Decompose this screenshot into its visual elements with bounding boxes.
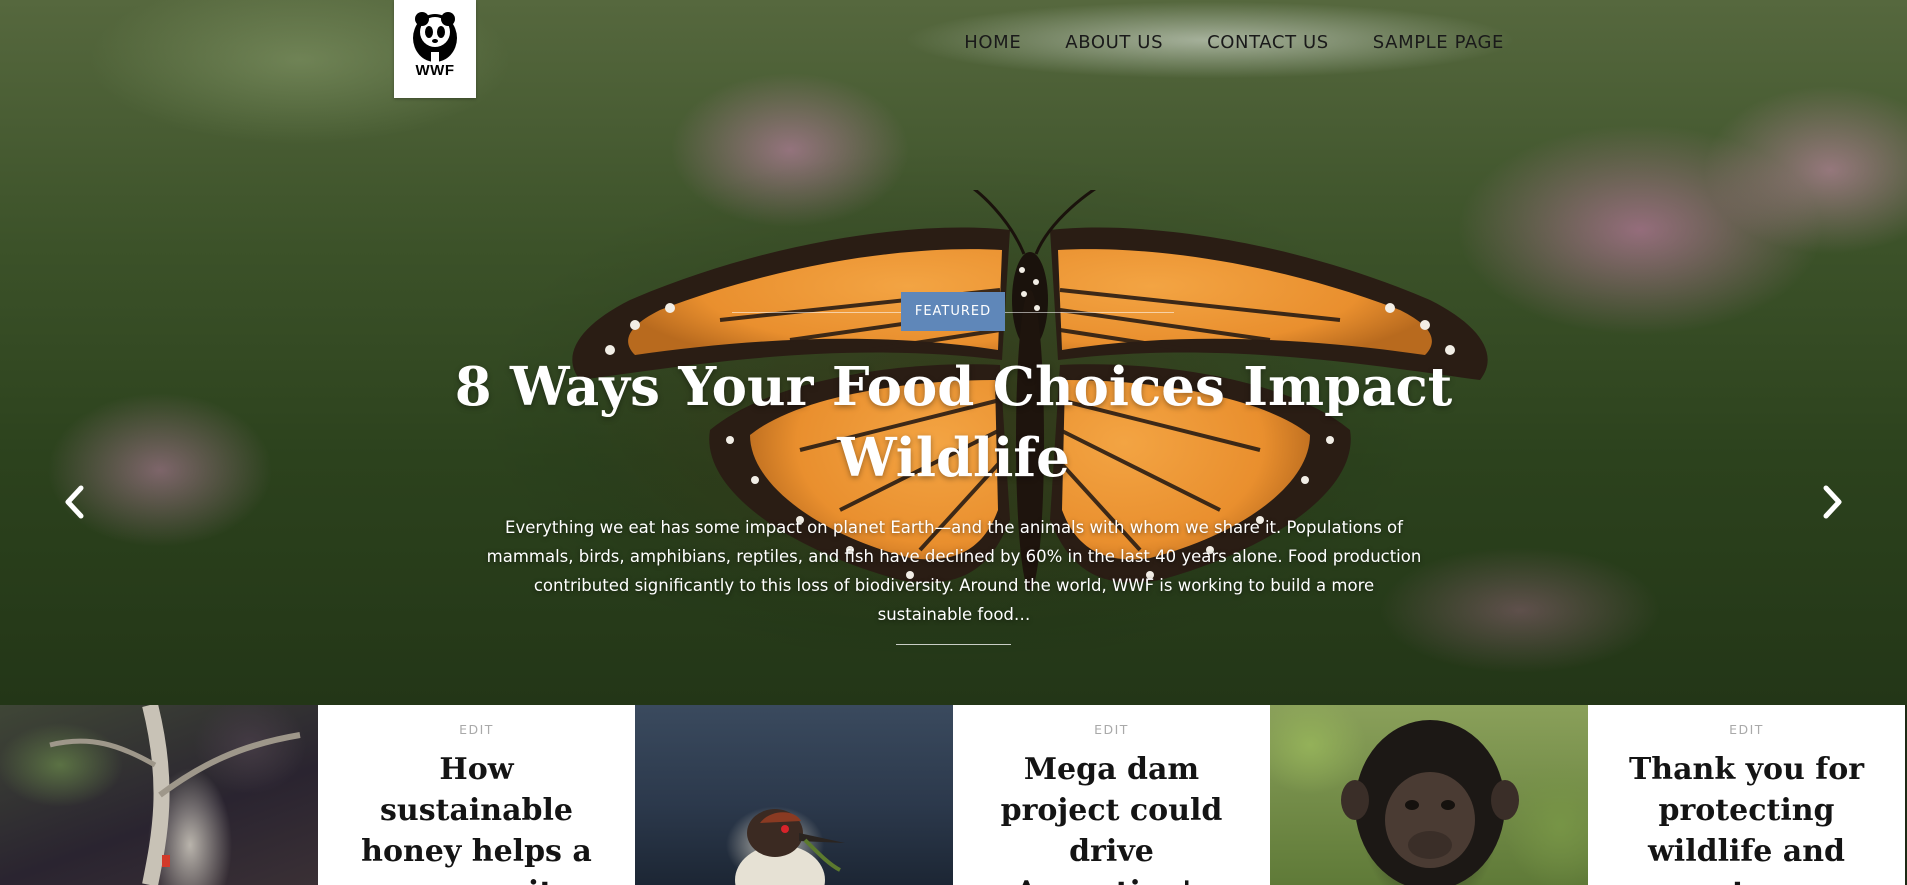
edit-link[interactable]: EDIT: [318, 722, 635, 737]
post-cards-row: EDIT How sustainable honey helps a commu…: [0, 705, 1907, 885]
hero-divider: [896, 644, 1011, 645]
hero-slider: WWF HOME ABOUT US CONTACT US SAMPLE PAGE…: [0, 0, 1907, 705]
featured-badge[interactable]: FEATURED: [901, 292, 1005, 331]
post-card: EDIT How sustainable honey helps a commu…: [318, 705, 635, 885]
logo-text: WWF: [415, 62, 455, 79]
chevron-left-icon: [65, 485, 84, 519]
main-navigation: HOME ABOUT US CONTACT US SAMPLE PAGE: [780, 0, 1540, 85]
post-card: EDIT Mega dam project could drive Argent…: [953, 705, 1270, 885]
post-thumbnail-bonobo[interactable]: [1270, 705, 1588, 885]
post-title[interactable]: Mega dam project could drive Argentina's: [987, 749, 1237, 885]
edit-link[interactable]: EDIT: [953, 722, 1270, 737]
post-card: EDIT Thank you for protecting wildlife a…: [1588, 705, 1905, 885]
nav-sample-page[interactable]: SAMPLE PAGE: [1373, 32, 1504, 53]
hero-title[interactable]: 8 Ways Your Food Choices Impact Wildlife: [430, 352, 1477, 494]
post-title[interactable]: How sustainable honey helps a community: [352, 749, 602, 885]
tree-image: [49, 705, 301, 885]
hero-excerpt: Everything we eat has some impact on pla…: [486, 518, 1422, 624]
grebe-bird-image: [735, 809, 845, 885]
panda-icon: [413, 12, 457, 64]
post-thumbnail-grebe[interactable]: [635, 705, 953, 885]
nav-contact-us[interactable]: CONTACT US: [1207, 32, 1329, 53]
wwf-logo[interactable]: WWF: [394, 0, 476, 98]
post-title[interactable]: Thank you for protecting wildlife and na…: [1622, 749, 1872, 885]
nav-about-us[interactable]: ABOUT US: [1065, 32, 1163, 53]
chevron-right-icon: [1823, 485, 1842, 519]
bonobo-image: [1341, 720, 1519, 885]
edit-link[interactable]: EDIT: [1588, 722, 1905, 737]
slider-prev-button[interactable]: [54, 478, 94, 526]
slider-next-button[interactable]: [1813, 478, 1853, 526]
post-thumbnail-honey[interactable]: [0, 705, 318, 885]
nav-home[interactable]: HOME: [964, 32, 1021, 53]
